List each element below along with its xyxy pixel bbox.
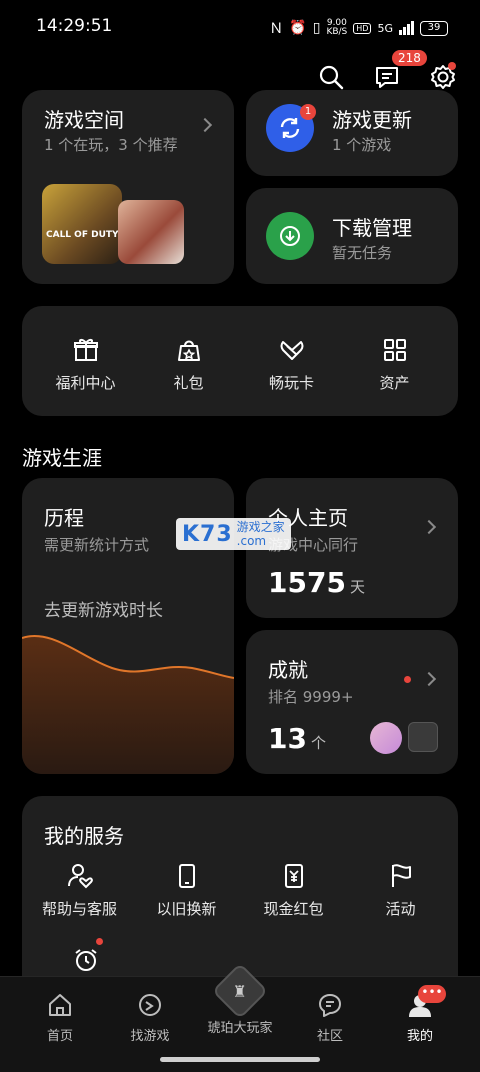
quick-item-assets[interactable]: 资产 (345, 336, 445, 393)
find-game-icon (139, 994, 161, 1016)
chevron-right-icon (197, 117, 213, 133)
achievement-dot (404, 676, 411, 683)
phone-icon (178, 864, 195, 888)
community-icon (319, 994, 341, 1017)
chevron-right-icon (421, 519, 437, 535)
grid-icon (383, 339, 406, 361)
history-title: 历程 (44, 506, 84, 530)
medal-icon (370, 722, 402, 754)
achievement-count: 13 个 (268, 722, 326, 755)
gift-icon (73, 339, 98, 361)
nav-item-home[interactable]: 首页 (20, 991, 100, 1044)
flag-icon (391, 864, 411, 887)
signal-icon (399, 21, 414, 35)
hd-badge: HD (353, 22, 372, 34)
vibrate-icon: ▯ (312, 20, 321, 36)
history-subtitle: 需更新统计方式 (44, 536, 150, 554)
quick-item-gift-pack[interactable]: 礼包 (139, 336, 239, 393)
nav-item-find-game[interactable]: 找游戏 (110, 991, 190, 1044)
network-speed: 9.00 KB/S (326, 18, 348, 37)
quick-item-play-card[interactable]: 畅玩卡 (242, 336, 342, 393)
nfc-icon: Ｎ (269, 21, 284, 37)
download-card[interactable]: 下载管理 暂无任务 (246, 188, 458, 284)
quick-item-welfare[interactable]: 福利中心 (36, 336, 136, 393)
game-update-title: 游戏更新 (332, 108, 412, 132)
history-wave-chart (22, 635, 234, 774)
search-icon[interactable] (314, 60, 348, 94)
game-space-card[interactable]: 游戏空间 1 个在玩，3 个推荐 CALL OF DUTY (22, 90, 234, 284)
status-time: 14:29:51 (36, 16, 113, 36)
card-icon (280, 341, 303, 360)
amber-player-icon: ♜ (211, 962, 269, 1020)
achievement-title: 成就 (268, 658, 308, 682)
support-icon (67, 864, 93, 889)
alarm-clock-icon[interactable] (72, 946, 100, 974)
settings-dot (448, 62, 456, 70)
status-icons: Ｎ ⏰ ▯ 9.00 KB/S HD 5G 39 (269, 18, 448, 38)
game-update-card[interactable]: 1 游戏更新 1 个游戏 (246, 90, 458, 176)
achievement-card[interactable]: 成就 排名 9999+ 13 个 (246, 630, 458, 774)
download-subtitle: 暂无任务 (332, 244, 393, 262)
home-indicator (160, 1057, 320, 1062)
update-badge: 1 (300, 104, 316, 120)
quick-actions-card: 福利中心 礼包 畅玩卡 资产 (22, 306, 458, 416)
profile-days: 1575 天 (268, 566, 365, 599)
game-thumbnail-label: CALL OF DUTY (46, 230, 119, 240)
chat-bubble-icon: ••• (418, 985, 446, 1003)
status-bar: 14:29:51 Ｎ ⏰ ▯ 9.00 KB/S HD 5G 39 (0, 0, 480, 56)
battery-icon: 39 (420, 20, 448, 36)
gift-bag-icon (177, 340, 200, 361)
badge-icon (408, 722, 438, 752)
nav-item-community[interactable]: 社区 (290, 991, 370, 1044)
achievement-subtitle: 排名 9999+ (268, 688, 354, 706)
alarm-icon: ⏰ (289, 20, 307, 36)
service-item-support[interactable]: 帮助与客服 (30, 862, 130, 919)
nav-item-amber-player[interactable]: ♜ 琥珀大玩家 (200, 962, 280, 1036)
service-item-trade-in[interactable]: 以旧换新 (137, 862, 237, 919)
game-update-subtitle: 1 个游戏 (332, 136, 392, 154)
game-space-title: 游戏空间 (44, 108, 124, 132)
history-prompt[interactable]: 去更新游戏时长 (44, 596, 163, 621)
download-icon (266, 212, 314, 260)
game-thumbnail-2[interactable] (118, 200, 184, 264)
red-envelope-icon (284, 864, 303, 888)
message-badge: 218 (392, 50, 427, 66)
game-thumbnail-cod[interactable]: CALL OF DUTY (42, 184, 122, 264)
service-item-red-envelope[interactable]: 现金红包 (244, 862, 344, 919)
alarm-dot (96, 938, 103, 945)
services-title: 我的服务 (44, 824, 124, 848)
section-title-career: 游戏生涯 (22, 446, 102, 470)
network-type: 5G (377, 21, 393, 35)
home-icon (49, 994, 71, 1016)
services-grid: 帮助与客服 以旧换新 现金红包 活动 (26, 862, 454, 919)
service-item-activity[interactable]: 活动 (351, 862, 451, 919)
quick-actions-grid: 福利中心 礼包 畅玩卡 资产 (34, 336, 446, 393)
chevron-right-icon (421, 671, 437, 687)
watermark-logo: K73 游戏之家 .com (176, 518, 291, 550)
game-space-subtitle: 1 个在玩，3 个推荐 (44, 136, 178, 154)
download-title: 下载管理 (332, 216, 412, 240)
